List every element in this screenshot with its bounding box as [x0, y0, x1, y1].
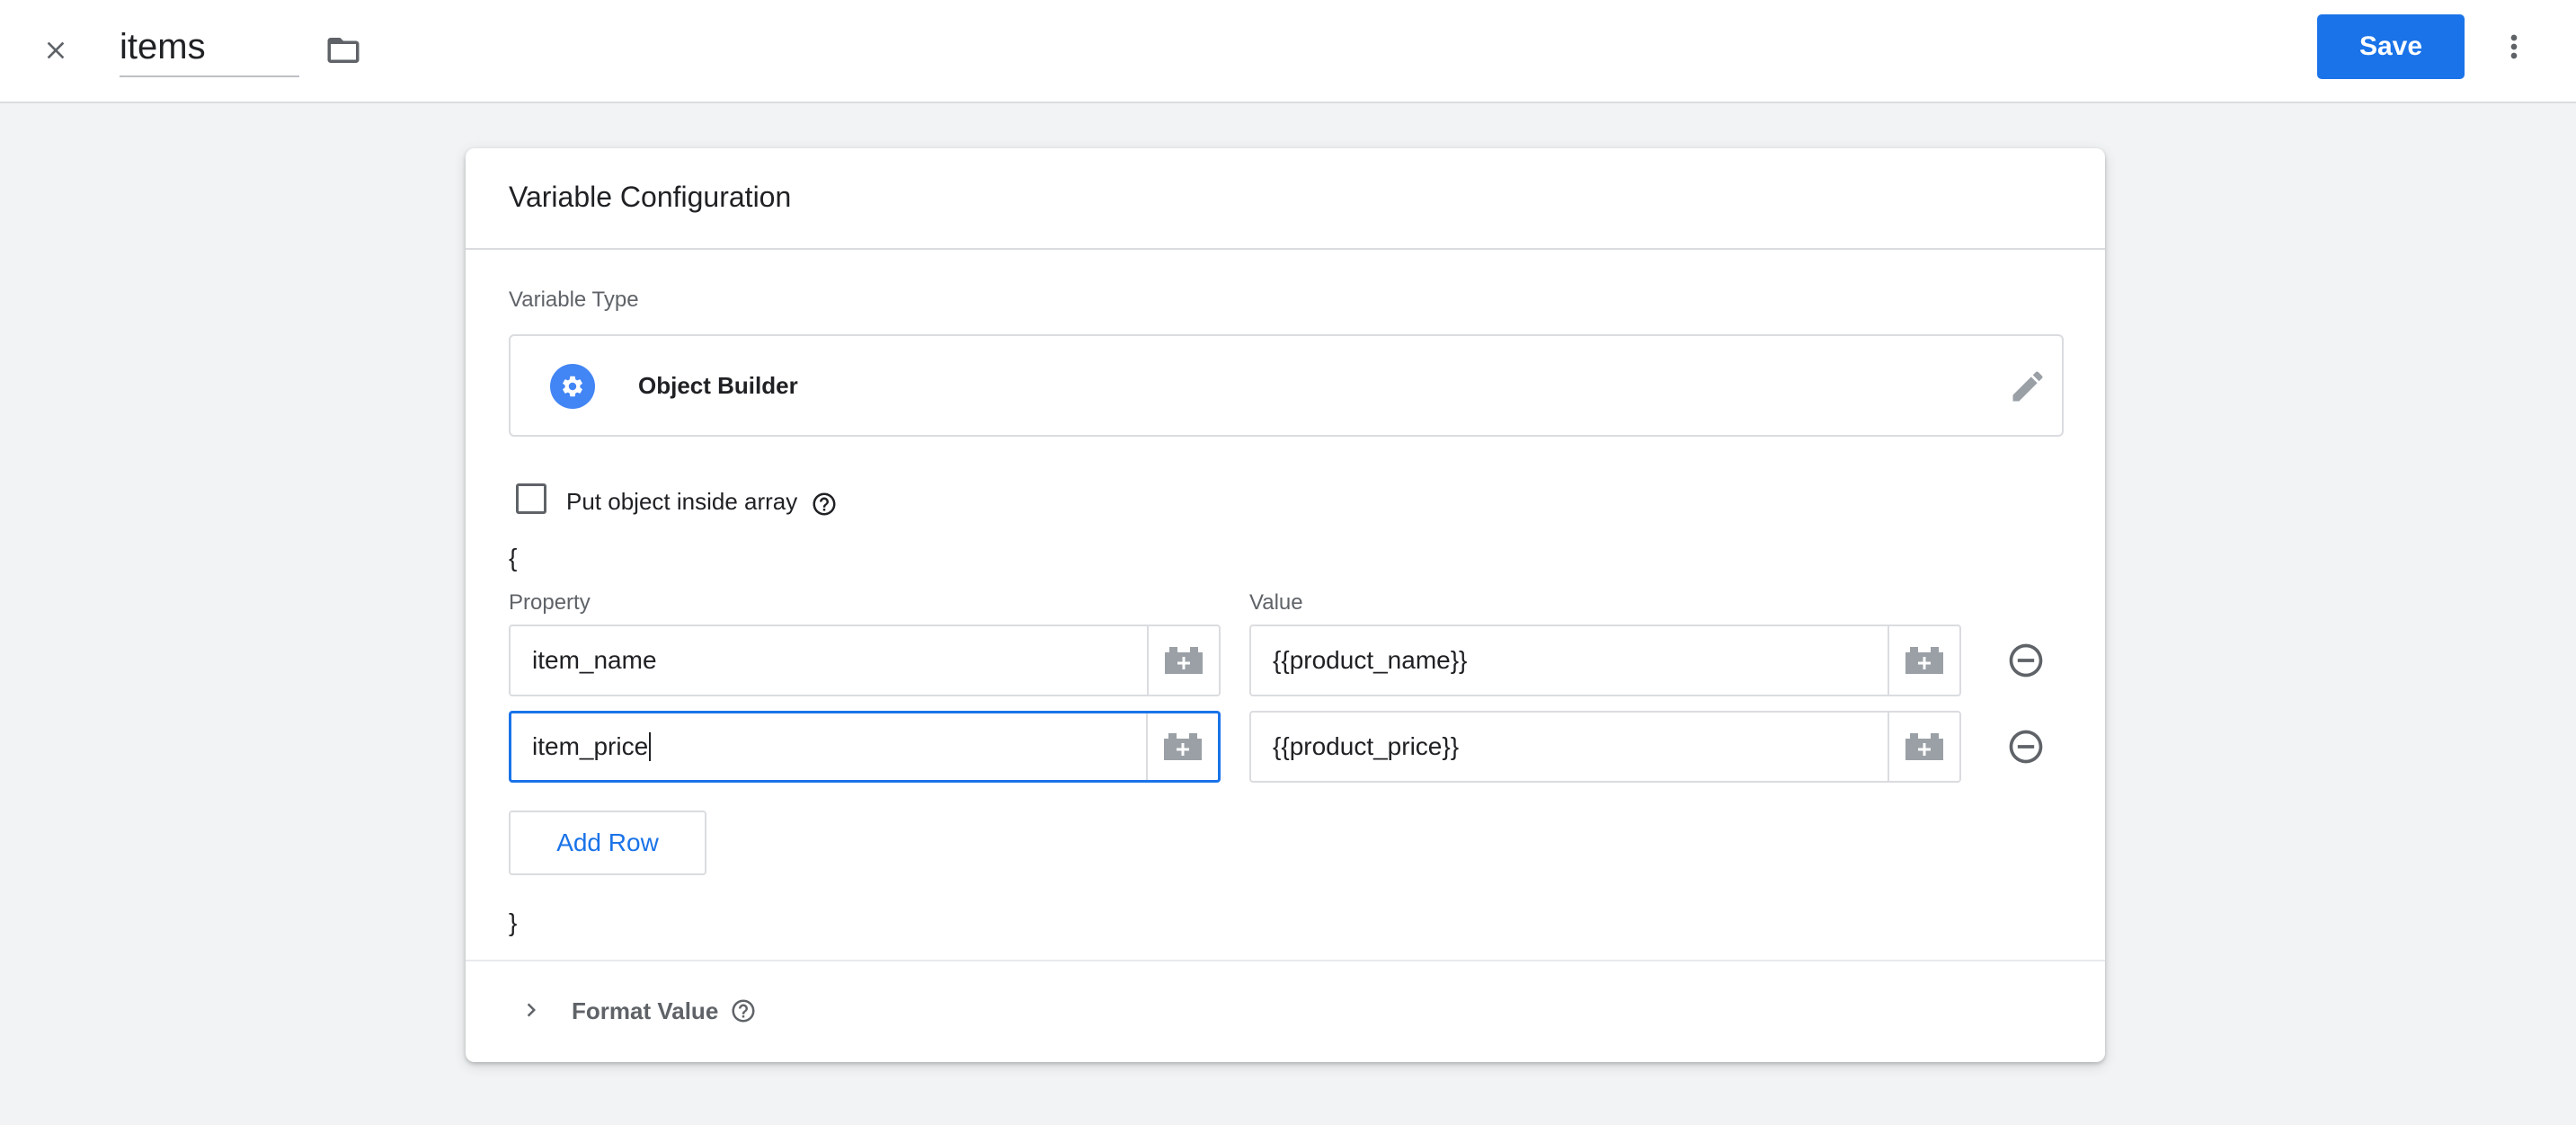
card-divider: [466, 248, 2105, 250]
card-title: Variable Configuration: [509, 181, 792, 213]
folder-icon: [327, 38, 360, 63]
insert-variable-button[interactable]: [1146, 713, 1218, 780]
text-caret: [649, 732, 652, 761]
remove-circle-icon: [2009, 730, 2043, 764]
remove-circle-icon: [2009, 643, 2043, 678]
format-value-label: Format Value: [572, 997, 719, 1024]
variable-block-icon: [1905, 733, 1943, 760]
edit-pencil-icon[interactable]: [2008, 367, 2047, 406]
more-vert-icon: [2510, 34, 2518, 59]
help-icon[interactable]: [811, 491, 838, 518]
close-button[interactable]: [32, 27, 79, 74]
insert-variable-button[interactable]: [1888, 713, 1959, 781]
insert-variable-button[interactable]: [1147, 626, 1219, 695]
close-icon: [47, 41, 65, 59]
open-brace: {: [509, 544, 518, 571]
property-field: item_price: [509, 711, 1221, 783]
variable-name-text: items: [120, 27, 206, 66]
folder-button[interactable]: [320, 27, 367, 74]
add-row-button[interactable]: Add Row: [509, 811, 706, 875]
property-input[interactable]: item_name: [511, 626, 1150, 695]
section-divider: [466, 960, 2105, 961]
variable-block-icon: [1905, 647, 1943, 674]
top-bar: items Save: [0, 0, 2576, 103]
variable-type-label: Variable Type: [509, 288, 639, 312]
value-field: {{product_name}}: [1249, 625, 1961, 696]
close-brace: }: [509, 908, 518, 936]
save-button[interactable]: Save: [2317, 14, 2465, 79]
property-input[interactable]: item_price: [511, 713, 1151, 780]
chevron-right-icon: [527, 1003, 536, 1017]
property-field: item_name: [509, 625, 1221, 696]
value-input[interactable]: {{product_name}}: [1251, 626, 1891, 695]
help-icon[interactable]: [730, 997, 757, 1024]
property-input-text: item_price: [532, 732, 649, 760]
remove-row-button[interactable]: [2004, 725, 2047, 768]
insert-variable-button[interactable]: [1888, 626, 1959, 695]
variable-block-icon: [1165, 647, 1203, 674]
gear-icon: [550, 364, 595, 409]
put-inside-array-label: Put object inside array: [566, 488, 798, 515]
variable-block-icon: [1164, 733, 1202, 760]
more-options-button[interactable]: [2492, 23, 2536, 70]
property-column-label: Property: [509, 590, 591, 615]
variable-type-selector[interactable]: Object Builder: [509, 334, 2064, 437]
value-input[interactable]: {{product_price}}: [1251, 713, 1891, 781]
variable-configuration-card: Variable Configuration Variable Type Obj…: [466, 148, 2105, 1062]
value-field: {{product_price}}: [1249, 711, 1961, 783]
put-inside-array-checkbox[interactable]: [516, 483, 546, 514]
remove-row-button[interactable]: [2004, 639, 2047, 682]
variable-type-name: Object Builder: [638, 372, 798, 399]
variable-name-field[interactable]: items: [120, 20, 299, 77]
value-column-label: Value: [1249, 590, 1303, 615]
